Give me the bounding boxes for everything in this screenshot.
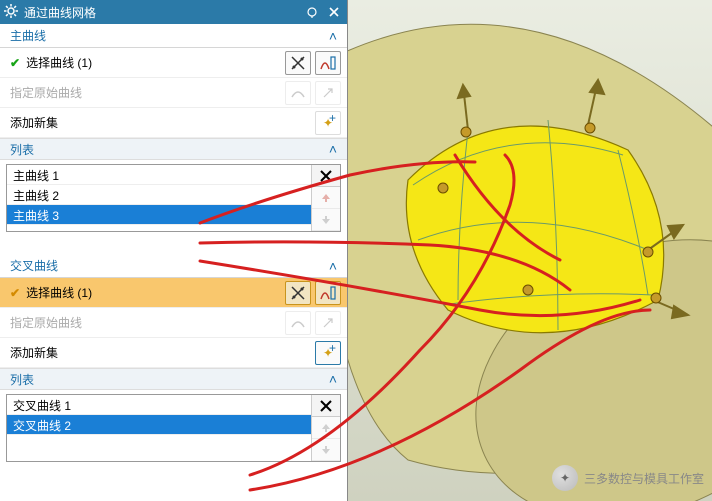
list-item[interactable]: 交叉曲线 1 bbox=[7, 395, 311, 415]
sketch-icon bbox=[285, 81, 311, 105]
list-items: 主曲线 1 主曲线 2 主曲线 3 bbox=[7, 165, 312, 231]
svg-text:+: + bbox=[329, 115, 336, 125]
check-icon: ✔ bbox=[10, 286, 20, 300]
cross-curves-list: 交叉曲线 1 交叉曲线 2 bbox=[6, 394, 341, 462]
watermark: ✦ 三多数控与模具工作室 bbox=[552, 465, 704, 491]
delete-item-button[interactable] bbox=[312, 165, 340, 187]
add-new-set-label: 添加新集 bbox=[10, 114, 311, 131]
select-curve-row-2[interactable]: ✔ 选择曲线 (1) bbox=[0, 278, 347, 308]
curve-filter-button[interactable] bbox=[315, 51, 341, 75]
primary-curves-label: 主曲线 bbox=[10, 27, 46, 44]
specify-original-label: 指定原始曲线 bbox=[10, 84, 281, 101]
move-down-button[interactable] bbox=[312, 439, 340, 461]
add-new-set-row-2: 添加新集 ✦+ bbox=[0, 338, 347, 368]
chevron-up-icon: ˄ bbox=[329, 28, 337, 44]
model-viewport[interactable]: ✦ 三多数控与模具工作室 bbox=[348, 0, 712, 501]
cross-curves-label: 交叉曲线 bbox=[10, 257, 58, 274]
chevron-up-icon: ˄ bbox=[329, 258, 337, 274]
chevron-up-icon: ˄ bbox=[329, 371, 337, 387]
move-up-button[interactable] bbox=[312, 187, 340, 209]
svg-text:✦: ✦ bbox=[323, 116, 333, 130]
infer-intersect-button[interactable] bbox=[285, 281, 311, 305]
watermark-text: 三多数控与模具工作室 bbox=[584, 470, 704, 487]
list-items: 交叉曲线 1 交叉曲线 2 bbox=[7, 395, 312, 461]
primary-curves-header[interactable]: 主曲线 ˄ bbox=[0, 24, 347, 48]
svg-text:+: + bbox=[329, 345, 336, 355]
infer-intersect-button[interactable] bbox=[285, 51, 311, 75]
arrow-icon bbox=[315, 311, 341, 335]
list-header-2[interactable]: 列表 ˄ bbox=[0, 368, 347, 390]
dialog-panel: 通过曲线网格 主曲线 ˄ ✔ 选择曲线 (1) 指定原始曲线 添加新集 ✦+ 列… bbox=[0, 0, 348, 501]
check-icon: ✔ bbox=[10, 56, 20, 70]
cross-curves-header[interactable]: 交叉曲线 ˄ bbox=[0, 254, 347, 278]
move-up-button[interactable] bbox=[312, 417, 340, 439]
arrow-icon bbox=[315, 81, 341, 105]
add-new-set-label: 添加新集 bbox=[10, 344, 311, 361]
gear-icon bbox=[4, 4, 18, 21]
model-surface bbox=[348, 0, 712, 501]
curve-filter-button[interactable] bbox=[315, 281, 341, 305]
specify-original-row-2: 指定原始曲线 bbox=[0, 308, 347, 338]
add-set-button[interactable]: ✦+ bbox=[315, 341, 341, 365]
list-item[interactable]: 交叉曲线 2 bbox=[7, 415, 311, 435]
add-new-set-row-1: 添加新集 ✦+ bbox=[0, 108, 347, 138]
select-curve-label: 选择曲线 (1) bbox=[26, 284, 281, 301]
delete-item-button[interactable] bbox=[312, 395, 340, 417]
chevron-up-icon: ˄ bbox=[329, 141, 337, 157]
add-set-button[interactable]: ✦+ bbox=[315, 111, 341, 135]
list-item[interactable]: 主曲线 1 bbox=[7, 165, 311, 185]
dialog-titlebar: 通过曲线网格 bbox=[0, 0, 347, 24]
close-button[interactable] bbox=[325, 3, 343, 21]
specify-original-row-1: 指定原始曲线 bbox=[0, 78, 347, 108]
sketch-icon bbox=[285, 311, 311, 335]
list-item[interactable]: 主曲线 2 bbox=[7, 185, 311, 205]
select-curve-row-1[interactable]: ✔ 选择曲线 (1) bbox=[0, 48, 347, 78]
select-curve-label: 选择曲线 (1) bbox=[26, 54, 281, 71]
wechat-icon: ✦ bbox=[552, 465, 578, 491]
list-header-1[interactable]: 列表 ˄ bbox=[0, 138, 347, 160]
specify-original-label: 指定原始曲线 bbox=[10, 314, 281, 331]
move-down-button[interactable] bbox=[312, 209, 340, 231]
list-label: 列表 bbox=[10, 141, 34, 158]
primary-curves-list: 主曲线 1 主曲线 2 主曲线 3 bbox=[6, 164, 341, 232]
pin-button[interactable] bbox=[303, 3, 321, 21]
dialog-title: 通过曲线网格 bbox=[24, 4, 96, 21]
svg-text:✦: ✦ bbox=[323, 346, 333, 360]
list-label: 列表 bbox=[10, 371, 34, 388]
list-item[interactable]: 主曲线 3 bbox=[7, 205, 311, 225]
